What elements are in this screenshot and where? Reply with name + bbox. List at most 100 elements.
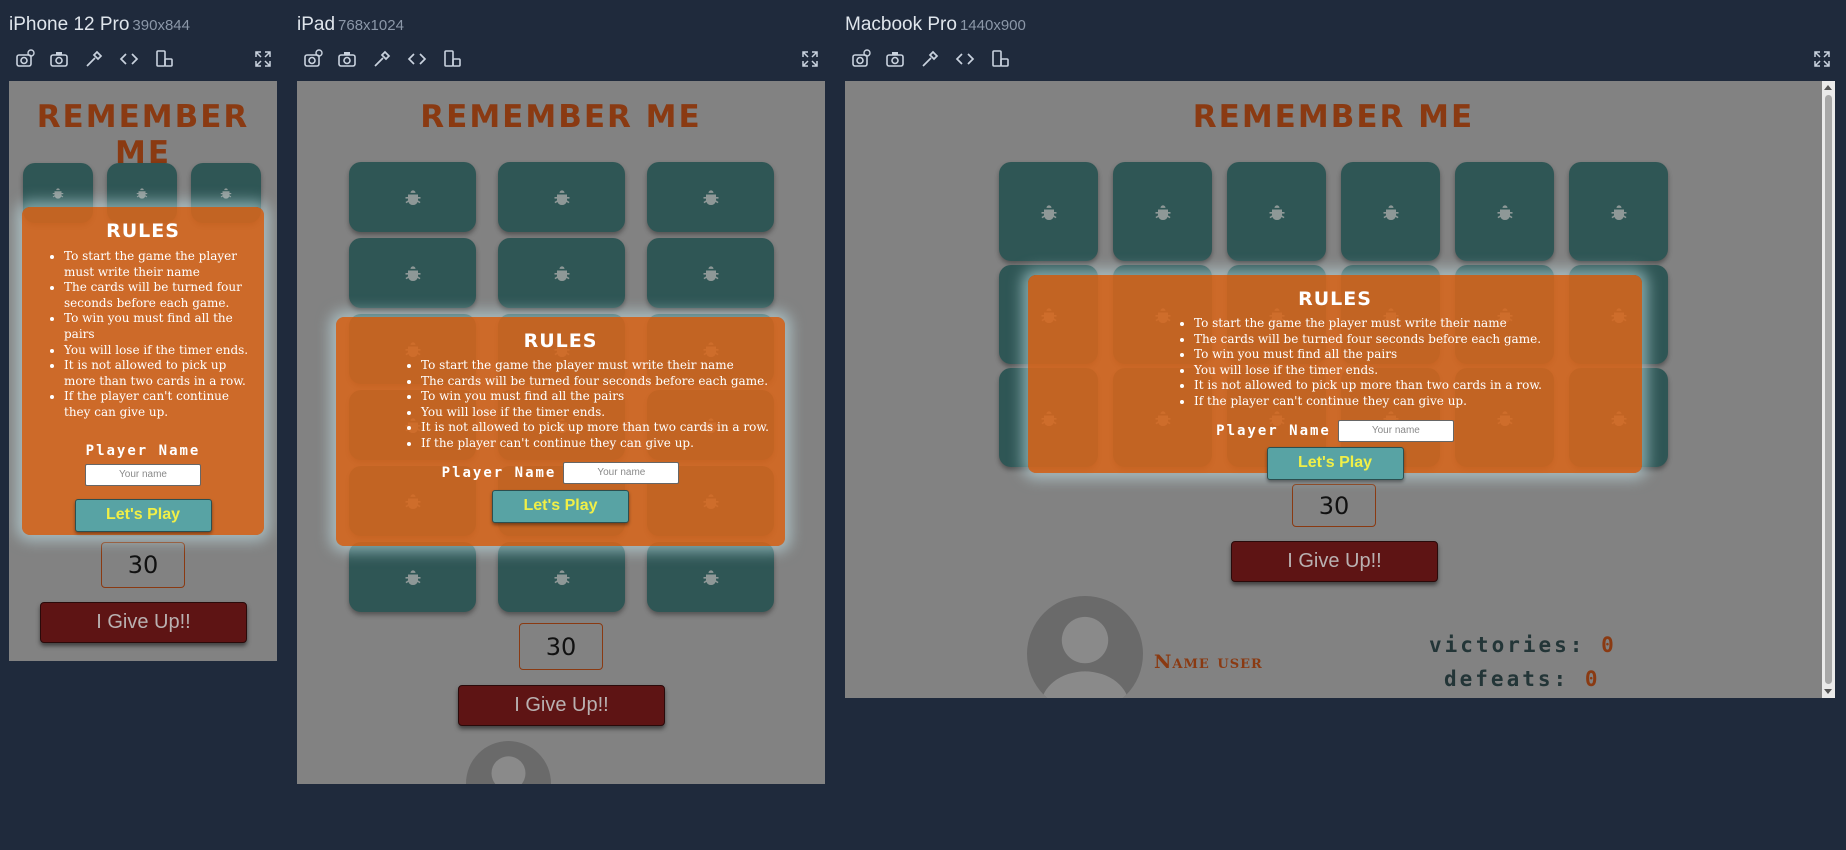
device-dims: 768x1024 [338,17,404,34]
fullscreen-icon[interactable] [798,47,822,71]
rotate-icon[interactable] [440,47,464,71]
rule-item: To start the game the player must write … [64,249,250,280]
color-picker-icon[interactable] [82,47,106,71]
page-title: REMEMBER ME [36,99,250,171]
bug-icon [554,190,569,206]
memory-card[interactable] [498,542,625,612]
give-up-button[interactable]: I Give Up!! [1231,541,1438,582]
camera-icon[interactable] [335,47,359,71]
rule-item: To start the game the player must write … [421,358,785,374]
rule-item: To win you must find all the pairs [421,389,785,405]
give-up-button[interactable]: I Give Up!! [40,602,247,643]
memory-card[interactable] [349,238,476,308]
lets-play-button[interactable]: Let's Play [1266,446,1404,480]
rules-title: RULES [1298,288,1372,310]
lets-play-button[interactable]: Let's Play [492,489,629,523]
give-up-button[interactable]: I Give Up!! [458,685,665,726]
color-picker-icon[interactable] [370,47,394,71]
color-picker-icon[interactable] [918,47,942,71]
bug-icon [1155,204,1170,220]
memory-card[interactable] [349,542,476,612]
bug-icon [405,190,420,206]
bug-icon [405,266,420,282]
timer-display: 30 [519,623,603,670]
rule-item: The cards will be turned four seconds be… [1194,332,1642,348]
bug-icon [703,266,718,282]
memory-card[interactable] [647,238,774,308]
memory-card[interactable] [349,162,476,232]
player-name-input[interactable] [563,461,680,484]
rotate-icon[interactable] [988,47,1012,71]
code-icon[interactable] [117,47,141,71]
memory-card[interactable] [1113,162,1212,261]
victories-value: 0 [1601,633,1617,657]
memory-card[interactable] [498,238,625,308]
rule-item: The cards will be turned four seconds be… [421,374,785,390]
camera-timer-icon[interactable] [301,47,325,71]
camera-timer-icon[interactable] [849,47,873,71]
device-dims: 1440x900 [959,17,1026,34]
rule-item: To win you must find all the pairs [64,311,250,342]
timer-display: 30 [101,542,185,588]
rule-item: It is not allowed to pick up more than t… [64,358,250,389]
device-header: iPhone 12 Pro 390x844 [9,14,190,36]
fullscreen-icon[interactable] [251,47,275,71]
memory-card[interactable] [999,162,1098,261]
rules-title: RULES [106,220,180,242]
device-header: Macbook Pro 1440x900 [845,14,1026,36]
rule-item: The cards will be turned four seconds be… [64,280,250,311]
bug-icon [405,570,420,586]
rule-item: You will lose if the timer ends. [1194,363,1642,379]
device-toolbar [13,47,277,71]
rules-list: To start the game the player must write … [22,249,264,421]
player-name-input[interactable] [85,463,201,486]
defeats-value: 0 [1584,667,1601,691]
bug-icon [136,188,148,199]
avatar [466,741,551,784]
device-name: iPhone 12 Pro [9,14,130,35]
device-macbook: Macbook Pro 1440x900 REMEMBER ME 30 I Giv… [845,0,1835,700]
memory-card[interactable] [1569,162,1668,261]
player-name-label: Player Name [85,442,201,459]
device-dims: 390x844 [132,17,190,34]
camera-icon[interactable] [47,47,71,71]
ipad-viewport: REMEMBER ME 30 I Give Up!! RULES To star… [297,81,825,784]
memory-card[interactable] [498,162,625,232]
bug-icon [1041,204,1056,220]
rotate-icon[interactable] [152,47,176,71]
scrollbar[interactable] [1822,81,1835,698]
memory-card[interactable] [1227,162,1326,261]
rule-item: It is not allowed to pick up more than t… [421,420,785,436]
rule-item: If the player can't continue they can gi… [421,436,785,452]
bug-icon [1269,204,1284,220]
rule-item: You will lose if the timer ends. [421,405,785,421]
bug-icon [1611,204,1626,220]
rules-modal: RULES To start the game the player must … [336,317,785,546]
device-header: iPad 768x1024 [297,14,404,36]
scroll-up-arrow[interactable] [1824,85,1832,90]
code-icon[interactable] [405,47,429,71]
lets-play-button[interactable]: Let's Play [74,498,212,532]
victories-stat: victories: 0 [1429,633,1617,657]
player-name-input[interactable] [1337,419,1454,442]
fullscreen-icon[interactable] [1810,47,1834,71]
camera-timer-icon[interactable] [13,47,37,71]
rules-title: RULES [523,330,598,352]
rule-item: To start the game the player must write … [1194,316,1642,332]
memory-card[interactable] [1341,162,1440,261]
bug-icon [1383,204,1398,220]
defeats-label: defeats: [1444,667,1570,691]
memory-card[interactable] [1455,162,1554,261]
code-icon[interactable] [953,47,977,71]
rules-list: To start the game the player must write … [336,358,785,452]
memory-card[interactable] [647,162,774,232]
bug-icon [554,266,569,282]
scroll-thumb[interactable] [1825,95,1832,684]
device-iphone: iPhone 12 Pro 390x844 REMEMBER ME 30 I Gi… [9,0,277,680]
player-name-label: Player Name [441,464,557,481]
player-name-label: Player Name [1216,422,1331,439]
rules-list: To start the game the player must write … [1028,316,1642,410]
camera-icon[interactable] [883,47,907,71]
memory-card[interactable] [647,542,774,612]
scroll-down-arrow[interactable] [1824,689,1832,694]
